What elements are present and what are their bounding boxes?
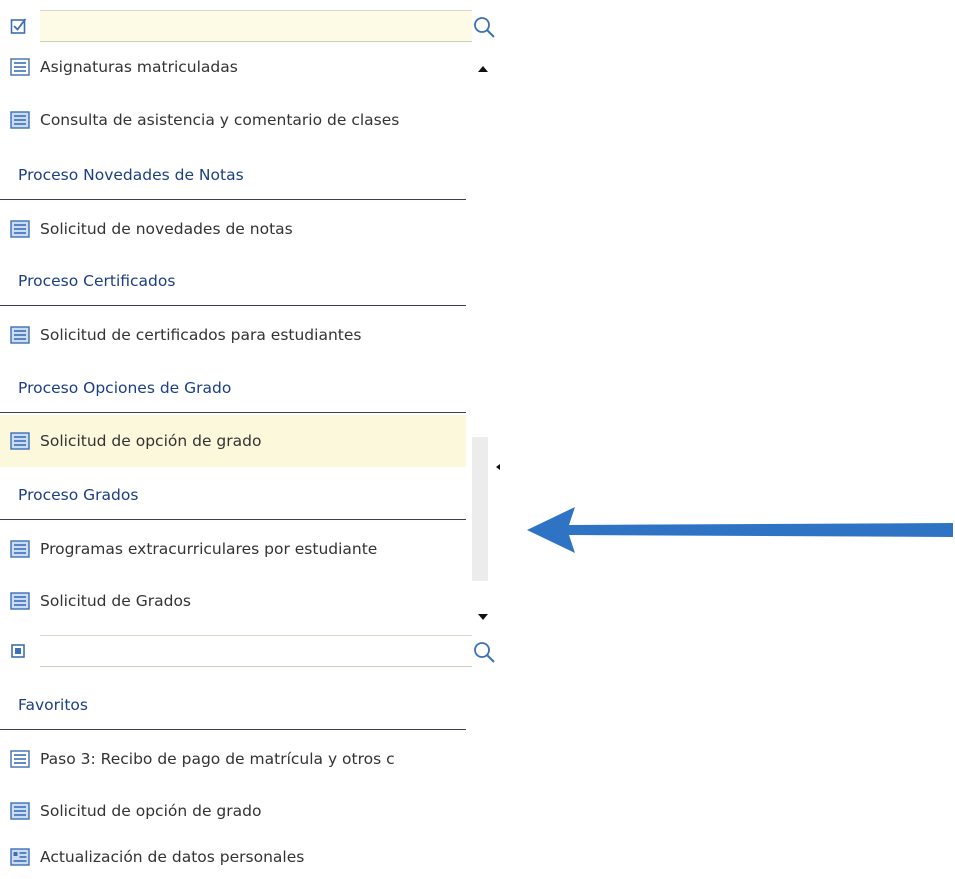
document-list-icon <box>10 432 30 450</box>
list-item-solicitud-novedades[interactable]: Solicitud de novedades de notas <box>0 204 475 254</box>
list-item-label: Solicitud de opción de grado <box>40 432 262 450</box>
list-item-label: Consulta de asistencia y comentario de c… <box>40 111 400 129</box>
document-list-icon <box>10 750 30 768</box>
list-item-label: Solicitud de Grados <box>40 592 192 610</box>
list-item-solicitud-certificados[interactable]: Solicitud de certificados para estudiant… <box>0 310 475 360</box>
document-list-icon <box>10 58 30 76</box>
list-item-label: Asignaturas matriculadas <box>40 58 238 76</box>
square-icon[interactable] <box>10 642 28 660</box>
search-icon[interactable] <box>472 640 496 664</box>
list-item-consulta-asistencia[interactable]: Consulta de asistencia y comentario de c… <box>0 95 475 145</box>
search-icon[interactable] <box>472 15 496 39</box>
list-item-programas-extracurriculares[interactable]: Programas extracurriculares por estudian… <box>0 524 475 574</box>
bottom-search-input[interactable] <box>40 635 472 667</box>
document-list-icon <box>10 111 30 129</box>
section-header-label: Proceso Certificados <box>18 271 176 290</box>
document-list-icon <box>10 802 30 820</box>
list-item-label: Programas extracurriculares por estudian… <box>40 540 378 558</box>
document-list-icon <box>10 220 30 238</box>
scroll-up-icon[interactable] <box>476 64 490 74</box>
left-arrow-icon <box>527 507 953 553</box>
section-header-certificados[interactable]: Proceso Certificados <box>0 256 466 306</box>
favorite-item-opcion-grado[interactable]: Solicitud de opción de grado <box>0 786 475 836</box>
list-item-label: Solicitud de opción de grado <box>40 802 262 820</box>
section-header-novedades-notas[interactable]: Proceso Novedades de Notas <box>0 150 466 200</box>
section-header-label: Favoritos <box>18 695 88 714</box>
section-header-grados[interactable]: Proceso Grados <box>0 470 466 520</box>
list-item-label: Paso 3: Recibo de pago de matrícula y ot… <box>40 750 395 768</box>
top-search-bar <box>0 7 500 47</box>
list-item-solicitud-opcion-grado[interactable]: Solicitud de opción de grado <box>0 415 466 467</box>
favorite-item-actualizacion-datos[interactable]: Actualización de datos personales <box>0 834 475 879</box>
section-header-label: Proceso Novedades de Notas <box>18 165 244 184</box>
favorite-item-recibo-pago[interactable]: Paso 3: Recibo de pago de matrícula y ot… <box>0 734 475 784</box>
document-list-icon <box>10 592 30 610</box>
document-list-icon <box>10 326 30 344</box>
bottom-search-bar <box>0 632 500 672</box>
checkbox-icon[interactable] <box>10 17 28 35</box>
list-item-label: Solicitud de novedades de notas <box>40 220 293 238</box>
list-item-asignaturas[interactable]: Asignaturas matriculadas <box>0 43 475 91</box>
contact-card-icon <box>10 847 30 866</box>
collapse-left-icon[interactable] <box>494 462 502 472</box>
list-item-label: Actualización de datos personales <box>40 847 305 866</box>
document-list-icon <box>10 540 30 558</box>
scroll-down-icon[interactable] <box>476 612 490 622</box>
list-item-solicitud-grados[interactable]: Solicitud de Grados <box>0 576 475 626</box>
section-header-opciones-grado[interactable]: Proceso Opciones de Grado <box>0 363 466 413</box>
top-search-input[interactable] <box>40 10 472 42</box>
section-header-label: Proceso Opciones de Grado <box>18 378 232 397</box>
section-header-favoritos[interactable]: Favoritos <box>0 680 466 730</box>
list-item-label: Solicitud de certificados para estudiant… <box>40 326 362 344</box>
section-header-label: Proceso Grados <box>18 485 139 504</box>
